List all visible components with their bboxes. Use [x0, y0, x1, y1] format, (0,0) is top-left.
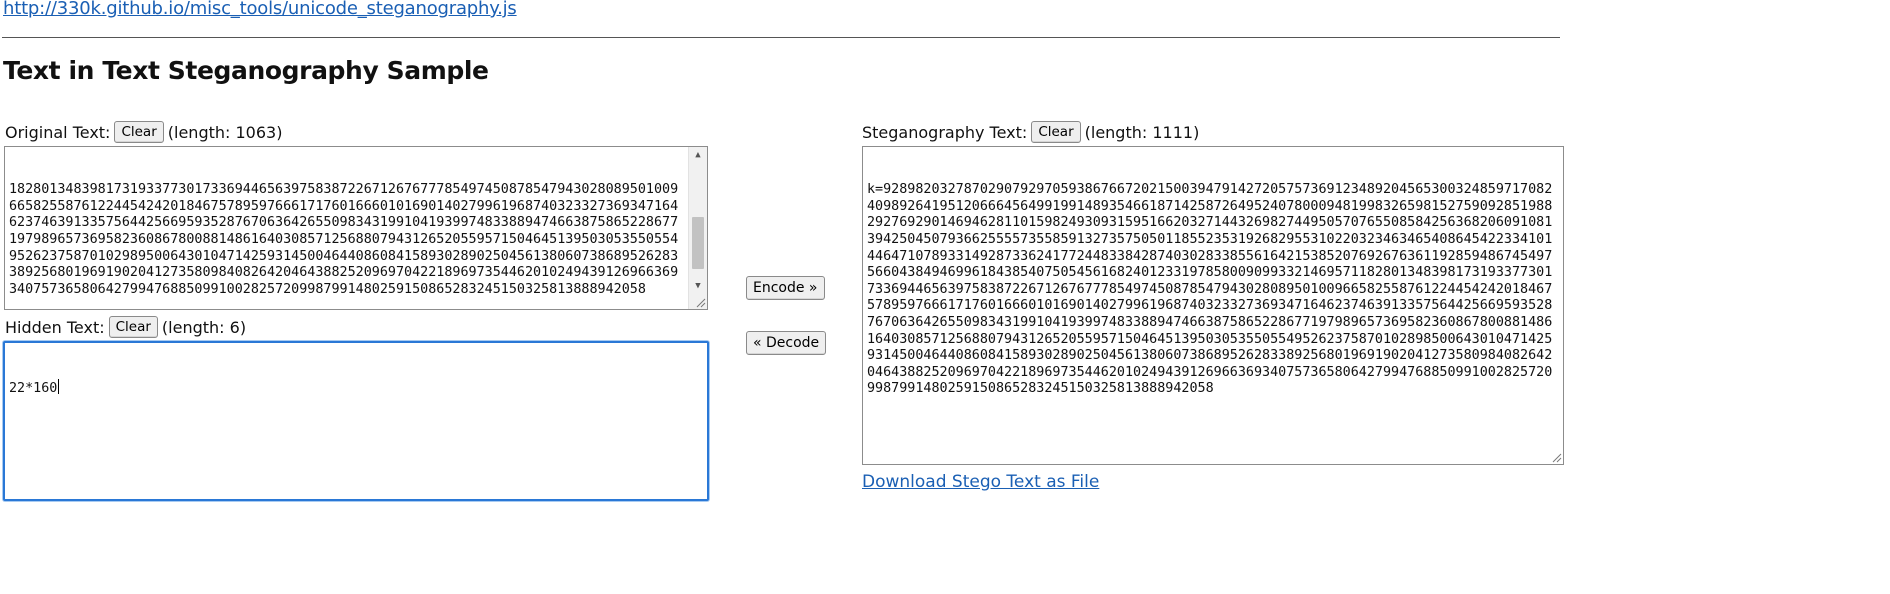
- source-script-link[interactable]: http://330k.github.io/misc_tools/unicode…: [3, 0, 517, 19]
- download-stego-link[interactable]: Download Stego Text as File: [862, 472, 1099, 492]
- stego-text-label-row: Steganography Text: Clear (length: 1111): [862, 121, 1199, 143]
- scroll-down-icon[interactable]: ▼: [689, 278, 707, 295]
- stego-text-content: k=92898203278702907929705938676672021500…: [867, 182, 1553, 397]
- hidden-text-label: Hidden Text:: [5, 317, 105, 337]
- hidden-length: (length: 6): [161, 317, 247, 337]
- original-length: (length: 1063): [167, 122, 283, 142]
- original-text-content: 1828013483981731933773017336944656397583…: [9, 182, 679, 297]
- stego-textarea[interactable]: k=92898203278702907929705938676672021500…: [862, 146, 1564, 465]
- resize-grip-icon[interactable]: [694, 296, 706, 308]
- hidden-textarea[interactable]: 22*160: [3, 341, 709, 501]
- hidden-clear-button[interactable]: Clear: [108, 316, 158, 338]
- stego-clear-button[interactable]: Clear: [1031, 121, 1081, 143]
- scroll-thumb[interactable]: [692, 217, 704, 269]
- page: http://330k.github.io/misc_tools/unicode…: [0, 0, 1890, 594]
- decode-button[interactable]: « Decode: [746, 331, 827, 355]
- hidden-text-value: 22*160: [9, 381, 58, 397]
- page-title: Text in Text Steganography Sample: [3, 56, 489, 85]
- text-caret: [58, 379, 60, 395]
- original-scrollbar[interactable]: ▲ ▼: [688, 147, 707, 309]
- stego-length: (length: 1111): [1084, 122, 1200, 142]
- original-clear-button[interactable]: Clear: [114, 121, 164, 143]
- scroll-up-icon[interactable]: ▲: [689, 147, 707, 164]
- original-text-label: Original Text:: [5, 122, 111, 142]
- encode-button[interactable]: Encode »: [746, 276, 825, 300]
- stego-text-label: Steganography Text:: [862, 122, 1028, 142]
- resize-grip-icon[interactable]: [1550, 451, 1562, 463]
- hidden-text-label-row: Hidden Text: Clear (length: 6): [5, 316, 246, 338]
- hidden-text-content: 22*160: [5, 376, 707, 398]
- original-text-label-row: Original Text: Clear (length: 1063): [5, 121, 282, 143]
- horizontal-rule: [2, 37, 1560, 38]
- original-textarea[interactable]: 1828013483981731933773017336944656397583…: [4, 146, 708, 310]
